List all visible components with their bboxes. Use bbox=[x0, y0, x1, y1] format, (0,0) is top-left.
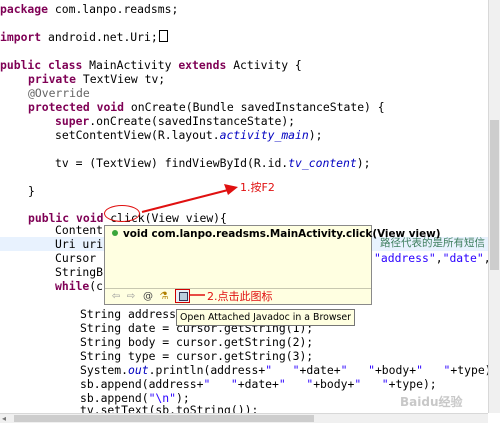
code-line-uri: Uri uri bbox=[55, 237, 104, 251]
code-line-cursor: Cursor c bbox=[55, 251, 110, 265]
vertical-scroll-thumb[interactable] bbox=[490, 120, 499, 270]
string-literal: "address" bbox=[374, 251, 436, 265]
browser-icon bbox=[179, 292, 188, 301]
static-field: out bbox=[128, 363, 149, 377]
back-icon[interactable]: ⇦ bbox=[110, 291, 122, 303]
code-line-class: public class MainActivity extends Activi… bbox=[0, 58, 302, 72]
code-line-close-brace: } bbox=[28, 184, 35, 198]
field-ref: activity_main bbox=[219, 128, 309, 142]
code-line-package: package com.lanpo.readsms; bbox=[0, 2, 178, 16]
horizontal-scroll-thumb[interactable] bbox=[14, 415, 314, 422]
keyword: public bbox=[0, 58, 42, 72]
code-line-override: @Override bbox=[28, 86, 90, 100]
class-name: MainActivity bbox=[82, 58, 179, 72]
forward-icon[interactable]: ⇨ bbox=[125, 291, 137, 303]
code-text: TextView tv; bbox=[76, 72, 166, 86]
watermark: Baidu经验 bbox=[400, 395, 463, 409]
annotation-step2: 2.点击此图标 bbox=[207, 290, 273, 303]
scroll-left-arrow-icon[interactable]: ◂ bbox=[2, 414, 6, 423]
code-line-type: String type = cursor.getString(3); bbox=[80, 349, 314, 363]
folded-import-icon[interactable] bbox=[158, 30, 168, 42]
keyword: private bbox=[28, 72, 77, 86]
code-line-body: String body = cursor.getString(2); bbox=[80, 335, 314, 349]
code-line-sb-append: sb.append(address+" "+date+" "+body+" "+… bbox=[80, 377, 437, 391]
keyword: void bbox=[96, 100, 125, 114]
code-text: System. bbox=[80, 363, 129, 377]
code-line-println: System.out.println(address+" "+date+" "+… bbox=[80, 363, 488, 377]
code-text: +type); bbox=[450, 363, 488, 377]
code-text: sb.append(address+ bbox=[80, 377, 204, 391]
code-line-setcontent: setContentView(R.layout.activity_main); bbox=[55, 128, 322, 142]
code-text: .onCreate(savedInstanceState); bbox=[89, 114, 296, 128]
code-text: , bbox=[435, 251, 443, 265]
keyword: super bbox=[55, 114, 90, 128]
open-declaration-icon[interactable]: ⚗ bbox=[158, 291, 170, 303]
annotation-step1: 1.按F2 bbox=[240, 181, 275, 194]
string-literal: "date" bbox=[442, 251, 484, 265]
keyword: extends bbox=[178, 58, 227, 72]
field-ref: tv_content bbox=[288, 156, 357, 170]
horizontal-scrollbar[interactable]: ◂ bbox=[0, 413, 488, 423]
code-text: .println(address+ bbox=[148, 363, 266, 377]
code-text: +date+ bbox=[237, 377, 279, 391]
javadoc-view-icon[interactable]: @ bbox=[142, 291, 154, 303]
keyword: class bbox=[48, 58, 83, 72]
code-text: +date+ bbox=[299, 363, 341, 377]
code-line-content: Content bbox=[55, 223, 104, 237]
keyword: protected bbox=[28, 100, 90, 114]
code-text: +body+ bbox=[313, 377, 355, 391]
code-line-import: import android.net.Uri; bbox=[0, 30, 168, 44]
code-editor[interactable]: package com.lanpo.readsms; import androi… bbox=[0, 0, 488, 413]
highlight-oval bbox=[104, 205, 140, 222]
popup-signature-text: void com.lanpo.readsms.MainActivity.clic… bbox=[123, 228, 441, 240]
code-text: onCreate(Bundle savedInstanceState) { bbox=[124, 100, 385, 114]
keyword: import bbox=[0, 30, 42, 44]
string-literal: " " bbox=[340, 363, 375, 377]
toolbar-tooltip: Open Attached Javadoc in a Browser bbox=[176, 309, 356, 326]
code-text: +body+ bbox=[374, 363, 417, 377]
string-literal: " " bbox=[354, 377, 389, 391]
code-line-right-strings: "address","date", bbox=[374, 251, 488, 265]
code-text: +type); bbox=[388, 377, 437, 391]
code-text: Activity { bbox=[226, 58, 302, 72]
code-line-address: String address bbox=[80, 307, 177, 321]
code-line-oncreate: protected void onCreate(Bundle savedInst… bbox=[28, 100, 385, 114]
popup-signature: void com.lanpo.readsms.MainActivity.clic… bbox=[112, 228, 440, 240]
public-method-icon bbox=[112, 230, 118, 236]
vertical-scrollbar[interactable] bbox=[488, 0, 500, 413]
code-text: tv = (TextView) findViewById(R.id. bbox=[55, 156, 289, 170]
code-text: ); bbox=[356, 156, 371, 170]
open-in-browser-icon[interactable] bbox=[175, 289, 190, 303]
code-line-field: private TextView tv; bbox=[28, 72, 165, 86]
string-literal: " " bbox=[265, 363, 300, 377]
code-line-stringbuilder: StringBu bbox=[55, 265, 110, 279]
code-line-findview: tv = (TextView) findViewById(R.id.tv_con… bbox=[55, 156, 370, 170]
string-literal: " " bbox=[203, 377, 238, 391]
string-literal: " " bbox=[416, 363, 451, 377]
code-text: ); bbox=[308, 128, 323, 142]
string-literal: " " bbox=[278, 377, 314, 391]
code-text: (View view){ bbox=[144, 211, 227, 225]
import-name: android.net.Uri; bbox=[41, 30, 158, 44]
code-line-settext: tv.setText(sb.toString()); bbox=[80, 403, 259, 413]
code-text: setContentView(R.layout. bbox=[55, 128, 220, 142]
keyword: while bbox=[55, 279, 90, 293]
code-line-while: while(cu bbox=[55, 279, 110, 293]
code-line-super: super.onCreate(savedInstanceState); bbox=[55, 114, 295, 128]
keyword: package bbox=[0, 2, 49, 16]
package-name: com.lanpo.readsms; bbox=[48, 2, 179, 16]
